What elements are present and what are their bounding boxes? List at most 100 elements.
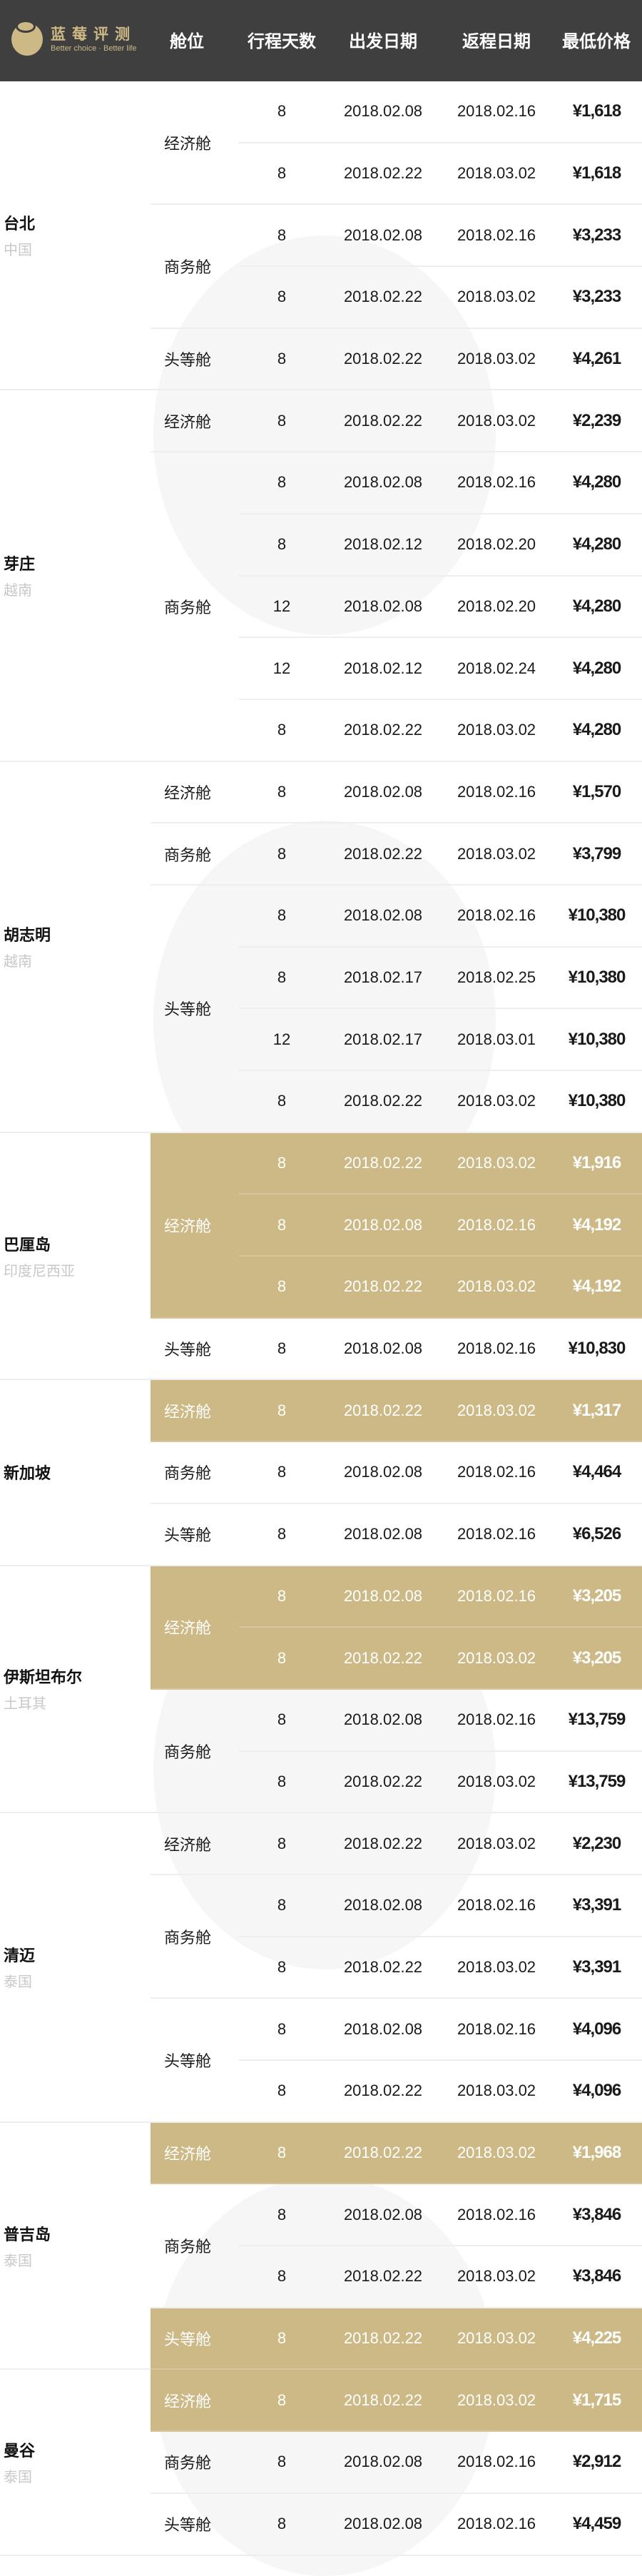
city-cell: 胡志明 越南 — [0, 761, 151, 1133]
price: ¥3,391 — [551, 1936, 642, 1999]
cabin-class: 商务舱 — [151, 204, 239, 329]
days: 8 — [239, 2060, 325, 2123]
return-date: 2018.03.02 — [442, 1256, 551, 1319]
price: ¥2,912 — [551, 2431, 642, 2494]
price: ¥4,280 — [551, 513, 642, 577]
depart-date: 2018.02.08 — [325, 1317, 442, 1381]
price: ¥3,799 — [551, 823, 642, 886]
days: 8 — [239, 946, 325, 1010]
return-date: 2018.03.02 — [442, 328, 551, 391]
return-date: 2018.02.16 — [442, 2431, 551, 2494]
price: ¥10,830 — [551, 1317, 642, 1381]
depart-date: 2018.02.22 — [325, 266, 442, 329]
days: 8 — [239, 1194, 325, 1257]
depart-date: 2018.02.22 — [325, 2121, 442, 2185]
country-name: 越南 — [4, 954, 32, 970]
logo-slogan: Better choice · Better life — [51, 44, 137, 53]
days: 8 — [239, 1317, 325, 1381]
price: ¥2,239 — [551, 390, 642, 453]
depart-date: 2018.02.08 — [325, 1688, 442, 1752]
depart-date: 2018.02.22 — [325, 1812, 442, 1875]
return-date: 2018.03.02 — [442, 2060, 551, 2123]
days: 8 — [239, 266, 325, 329]
return-date: 2018.03.02 — [442, 699, 551, 762]
cabin-class: 头等舱 — [151, 884, 239, 1133]
price: ¥10,380 — [551, 1070, 642, 1133]
depart-date: 2018.02.22 — [325, 1936, 442, 1999]
table-row: 芽庄 越南 经济舱 8 2018.02.22 2018.03.02 ¥2,239 — [0, 390, 642, 762]
days: 8 — [239, 2246, 325, 2308]
blueberry-logo-icon — [11, 20, 43, 56]
city-cell: 曼谷 泰国 — [0, 2369, 151, 2556]
days: 8 — [239, 1132, 325, 1195]
depart-date: 2018.02.22 — [325, 2369, 442, 2433]
return-date: 2018.02.16 — [442, 1998, 551, 2061]
days: 12 — [239, 637, 325, 700]
depart-date: 2018.02.12 — [325, 513, 442, 577]
depart-date: 2018.02.08 — [325, 2184, 442, 2247]
cabin-class: 经济舱 — [151, 761, 239, 824]
depart-date: 2018.02.08 — [325, 1503, 442, 1566]
table-row: 胡志明 越南 经济舱 8 2018.02.08 2018.02.16 ¥1,570 — [0, 761, 642, 1133]
header-depart-date: 出发日期 — [349, 32, 417, 51]
table-row: 新加坡 经济舱 8 2018.02.22 2018.03.02 ¥1,317 — [0, 1379, 642, 1566]
cabin-class: 商务舱 — [151, 2431, 239, 2494]
depart-date: 2018.02.08 — [325, 1565, 442, 1628]
city-name: 巴厘岛 — [4, 1235, 51, 1254]
return-date: 2018.02.16 — [442, 2184, 551, 2247]
cabin-class: 经济舱 — [151, 2121, 239, 2185]
price: ¥1,618 — [551, 81, 642, 143]
days: 8 — [239, 204, 325, 268]
cabin-class: 经济舱 — [151, 1565, 239, 1690]
price: ¥4,280 — [551, 637, 642, 700]
depart-date: 2018.02.08 — [325, 2493, 442, 2556]
price: ¥3,846 — [551, 2246, 642, 2308]
depart-date: 2018.02.22 — [325, 823, 442, 886]
country-name: 泰国 — [4, 1974, 32, 1991]
days: 8 — [239, 1441, 325, 1504]
price: ¥1,968 — [551, 2121, 642, 2185]
city-name: 曼谷 — [4, 2441, 36, 2460]
price: ¥4,192 — [551, 1194, 642, 1257]
return-date: 2018.03.01 — [442, 1008, 551, 1071]
return-date: 2018.02.20 — [442, 575, 551, 639]
depart-date: 2018.02.22 — [325, 142, 442, 206]
logo-title: 蓝莓评测 — [51, 26, 136, 43]
price: ¥1,618 — [551, 142, 642, 206]
cabin-class: 经济舱 — [151, 2369, 239, 2433]
city-name: 普吉岛 — [4, 2225, 51, 2243]
days: 8 — [239, 761, 325, 824]
days: 8 — [239, 1256, 325, 1319]
country-name: 印度尼西亚 — [4, 1263, 75, 1279]
return-date: 2018.02.16 — [442, 1194, 551, 1257]
depart-date: 2018.02.17 — [325, 1008, 442, 1071]
cabin-class: 商务舱 — [151, 1688, 239, 1814]
days: 8 — [239, 1936, 325, 1999]
price: ¥6,526 — [551, 1503, 642, 1566]
return-date: 2018.03.02 — [442, 2121, 551, 2185]
price: ¥3,233 — [551, 204, 642, 268]
cabin-class: 经济舱 — [151, 81, 239, 206]
cabin-class: 商务舱 — [151, 823, 239, 886]
depart-date: 2018.02.08 — [325, 884, 442, 948]
days: 8 — [239, 2493, 325, 2556]
depart-date: 2018.02.08 — [325, 2431, 442, 2494]
price: ¥4,261 — [551, 328, 642, 391]
price: ¥4,225 — [551, 2307, 642, 2370]
days: 8 — [239, 513, 325, 577]
table-row: 清迈 泰国 经济舱 8 2018.02.22 2018.03.02 ¥2,230 — [0, 1812, 642, 2123]
city-cell: 新加坡 — [0, 1379, 151, 1566]
city-name: 芽庄 — [4, 555, 36, 573]
days: 8 — [239, 452, 325, 514]
price: ¥2,230 — [551, 1812, 642, 1875]
depart-date: 2018.02.22 — [325, 1070, 442, 1133]
price: ¥10,380 — [551, 1008, 642, 1071]
price: ¥3,233 — [551, 266, 642, 329]
city-name: 新加坡 — [4, 1464, 51, 1483]
price: ¥4,096 — [551, 2060, 642, 2123]
country-name: 越南 — [4, 583, 32, 599]
return-date: 2018.03.02 — [442, 1379, 551, 1443]
price: ¥3,391 — [551, 1874, 642, 1937]
return-date: 2018.03.02 — [442, 2246, 551, 2308]
days: 8 — [239, 1998, 325, 2061]
